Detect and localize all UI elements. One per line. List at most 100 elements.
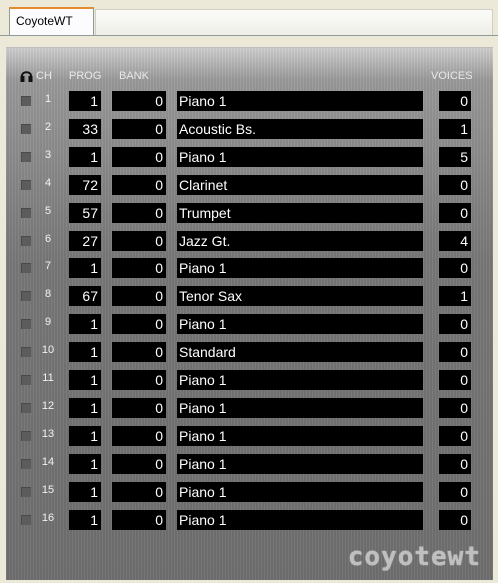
instrument-name: Piano 1 xyxy=(177,454,423,474)
voices-count: 0 xyxy=(439,175,471,195)
program-field[interactable]: 1 xyxy=(69,482,101,502)
bank-field[interactable]: 0 xyxy=(112,398,166,418)
program-field[interactable]: 1 xyxy=(69,342,101,362)
mute-led[interactable] xyxy=(21,487,31,497)
mute-led[interactable] xyxy=(21,236,31,246)
channel-number: 11 xyxy=(42,372,54,384)
instrument-name: Tenor Sax xyxy=(177,286,423,306)
program-field[interactable]: 67 xyxy=(69,286,101,306)
channel-row: 16 1 0 Piano 10 xyxy=(6,510,493,530)
instrument-name: Piano 1 xyxy=(177,370,423,390)
voices-count: 0 xyxy=(439,398,471,418)
header-prog: PROG xyxy=(69,70,102,82)
voices-count: 0 xyxy=(439,258,471,278)
bank-field[interactable]: 0 xyxy=(112,314,166,334)
header-bank: BANK xyxy=(119,70,149,82)
bank-field[interactable]: 0 xyxy=(112,454,166,474)
coyotewt-logo: coyotewt xyxy=(347,542,481,572)
channel-number: 6 xyxy=(44,233,52,245)
bank-field[interactable]: 0 xyxy=(112,175,166,195)
program-field[interactable]: 57 xyxy=(69,203,101,223)
voices-count: 4 xyxy=(439,231,471,251)
channel-number: 15 xyxy=(41,484,55,496)
channel-row: 8 67 0 Tenor Sax 1 xyxy=(6,286,493,306)
channel-row: 9 1 0 Piano 10 xyxy=(6,314,493,334)
mute-led[interactable] xyxy=(21,375,31,385)
program-field[interactable]: 1 xyxy=(69,314,101,334)
instrument-name: Piano 1 xyxy=(177,147,423,167)
channel-number: 9 xyxy=(44,316,52,328)
tab-coyotewt[interactable]: CoyoteWT xyxy=(9,7,94,36)
program-field[interactable]: 1 xyxy=(69,426,101,446)
bank-field[interactable]: 0 xyxy=(112,510,166,530)
voices-count: 0 xyxy=(439,454,471,474)
mute-led[interactable] xyxy=(21,180,31,190)
voices-count: 0 xyxy=(439,370,471,390)
mute-led[interactable] xyxy=(21,96,31,106)
mute-led[interactable] xyxy=(21,403,31,413)
channel-number: 10 xyxy=(41,344,55,356)
mute-led[interactable] xyxy=(21,319,31,329)
voices-count: 0 xyxy=(439,510,471,530)
program-field[interactable]: 1 xyxy=(69,91,101,111)
channel-row: 13 1 0 Piano 10 xyxy=(6,426,493,446)
instrument-name: Jazz Gt. xyxy=(177,231,423,251)
tab-strip-filler xyxy=(95,9,493,35)
program-field[interactable]: 33 xyxy=(69,119,101,139)
instrument-name: Standard xyxy=(177,342,423,362)
channel-number: 16 xyxy=(41,512,55,524)
program-field[interactable]: 72 xyxy=(69,175,101,195)
mute-led[interactable] xyxy=(21,515,31,525)
mute-led[interactable] xyxy=(21,263,31,273)
program-field[interactable]: 27 xyxy=(69,231,101,251)
channel-row: 15 1 0 Piano 10 xyxy=(6,482,493,502)
channel-row: 2 33 0 Acoustic Bs. 1 xyxy=(6,119,493,139)
voices-count: 0 xyxy=(439,482,471,502)
mute-led[interactable] xyxy=(21,208,31,218)
program-field[interactable]: 1 xyxy=(69,398,101,418)
program-field[interactable]: 1 xyxy=(69,370,101,390)
mute-led[interactable] xyxy=(21,291,31,301)
voices-count: 0 xyxy=(439,203,471,223)
instrument-name: Piano 1 xyxy=(177,314,423,334)
header-voices: VOICES xyxy=(431,70,473,82)
voices-count: 0 xyxy=(439,91,471,111)
channel-row: 6 27 0 Jazz Gt. 4 xyxy=(6,231,493,251)
bank-field[interactable]: 0 xyxy=(112,342,166,362)
program-field[interactable]: 1 xyxy=(69,454,101,474)
bank-field[interactable]: 0 xyxy=(112,258,166,278)
mute-led[interactable] xyxy=(21,459,31,469)
voices-count: 1 xyxy=(439,119,471,139)
tab-strip: CoyoteWT xyxy=(0,0,498,36)
mute-led[interactable] xyxy=(21,431,31,441)
mute-led[interactable] xyxy=(21,347,31,357)
headphone-icon xyxy=(20,71,33,82)
channel-row: 5 57 0 Trumpet 0 xyxy=(6,203,493,223)
bank-field[interactable]: 0 xyxy=(112,482,166,502)
program-field[interactable]: 1 xyxy=(69,258,101,278)
channel-number: 13 xyxy=(41,428,55,440)
channel-number: 5 xyxy=(44,205,52,217)
bank-field[interactable]: 0 xyxy=(112,203,166,223)
channel-row: 14 1 0 Piano 10 xyxy=(6,454,493,474)
bank-field[interactable]: 0 xyxy=(112,147,166,167)
instrument-name: Piano 1 xyxy=(177,510,423,530)
channel-number: 1 xyxy=(44,93,52,105)
instrument-name: Trumpet xyxy=(177,203,423,223)
bank-field[interactable]: 0 xyxy=(112,91,166,111)
mute-led[interactable] xyxy=(21,124,31,134)
program-field[interactable]: 1 xyxy=(69,147,101,167)
bank-field[interactable]: 0 xyxy=(112,119,166,139)
mute-led[interactable] xyxy=(21,152,31,162)
bank-field[interactable]: 0 xyxy=(112,426,166,446)
instrument-name: Piano 1 xyxy=(177,398,423,418)
instrument-name: Clarinet xyxy=(177,175,423,195)
bank-field[interactable]: 0 xyxy=(112,231,166,251)
voices-count: 0 xyxy=(439,426,471,446)
bank-field[interactable]: 0 xyxy=(112,370,166,390)
bank-field[interactable]: 0 xyxy=(112,286,166,306)
channel-row: 11 1 0 Piano 10 xyxy=(6,370,493,390)
voices-count: 0 xyxy=(439,342,471,362)
program-field[interactable]: 1 xyxy=(69,510,101,530)
channel-row: 12 1 0 Piano 10 xyxy=(6,398,493,418)
